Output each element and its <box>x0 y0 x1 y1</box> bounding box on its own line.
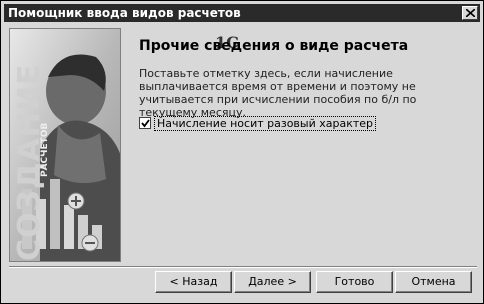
page-title: Прочие сведения о виде расчета <box>139 38 409 54</box>
footer-divider <box>9 266 477 268</box>
checkbox-label[interactable]: Начисление носит разовый характер <box>154 116 377 131</box>
next-button[interactable]: Далее > <box>234 271 311 293</box>
back-button[interactable]: < Назад <box>155 271 232 293</box>
cancel-button[interactable]: Отмена <box>395 271 472 293</box>
window-title: Помощник ввода видов расчетов <box>8 6 241 20</box>
description-text: Поставьте отметку здесь, если начисление… <box>139 67 417 119</box>
wizard-illustration: СОЗДАНИЕ РАСЧЕТОВ <box>9 28 121 262</box>
finish-button[interactable]: Готово <box>316 271 393 293</box>
close-button[interactable] <box>462 6 478 20</box>
sidebar-vertical-subtitle: РАСЧЕТОВ <box>40 122 50 177</box>
wizard-window: Помощник ввода видов расчетов СОЗДАНИЕ Р… <box>0 0 484 304</box>
one-time-accrual-checkbox[interactable] <box>139 117 151 129</box>
close-icon <box>466 9 475 17</box>
wizard-content: 1С Прочие сведения о виде расчета Постав… <box>121 28 477 262</box>
title-bar: Помощник ввода видов расчетов <box>4 4 480 22</box>
checkmark-icon <box>141 119 150 128</box>
